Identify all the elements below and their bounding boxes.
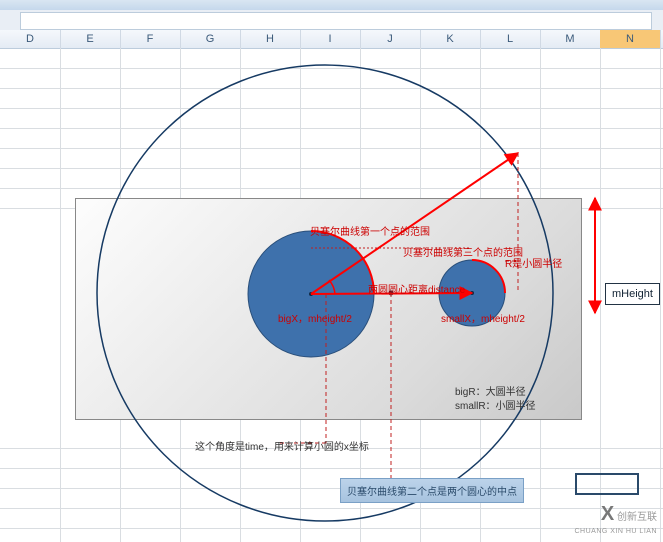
label-distance: 两圆圆心距离distance	[368, 281, 465, 296]
label-small-xy: smallX，mheight/2	[441, 310, 525, 325]
watermark: X 创新互联 CHUANG XIN HU LIAN	[574, 503, 657, 536]
col-I[interactable]: I	[300, 30, 361, 48]
column-headers: D E F G H I J K L M N	[0, 30, 663, 49]
diagram-layer: 贝塞尔曲线第一个点的范围 贝塞尔曲线第三个点的范围 R是小圆半径 两圆圆心距离d…	[0, 48, 663, 542]
mheight-box: mHeight	[605, 283, 660, 305]
col-L[interactable]: L	[480, 30, 541, 48]
col-M[interactable]: M	[540, 30, 601, 48]
col-E[interactable]: E	[60, 30, 121, 48]
label-small-r: R是小圆半径	[505, 255, 562, 270]
callout-bezier-p2[interactable]: 贝塞尔曲线第二个点是两个圆心的中点	[340, 478, 524, 503]
formula-bar	[0, 10, 663, 31]
label-smallR: smallR：小圆半径	[455, 397, 536, 412]
diagram-svg	[0, 48, 663, 542]
col-D[interactable]: D	[0, 30, 61, 48]
label-angle-note: 这个角度是time，用来计算小圆的x坐标	[195, 438, 369, 453]
col-F[interactable]: F	[120, 30, 181, 48]
col-G[interactable]: G	[180, 30, 241, 48]
active-cell[interactable]	[575, 473, 639, 495]
label-big-xy: bigX，mheight/2	[278, 310, 352, 325]
col-J[interactable]: J	[360, 30, 421, 48]
col-K[interactable]: K	[420, 30, 481, 48]
col-H[interactable]: H	[240, 30, 301, 48]
col-N[interactable]: N	[600, 30, 661, 48]
label-bigR: bigR：大圆半径	[455, 383, 526, 398]
formula-input[interactable]	[20, 12, 652, 30]
label-bezier-p1: 贝塞尔曲线第一个点的范围	[310, 223, 430, 238]
